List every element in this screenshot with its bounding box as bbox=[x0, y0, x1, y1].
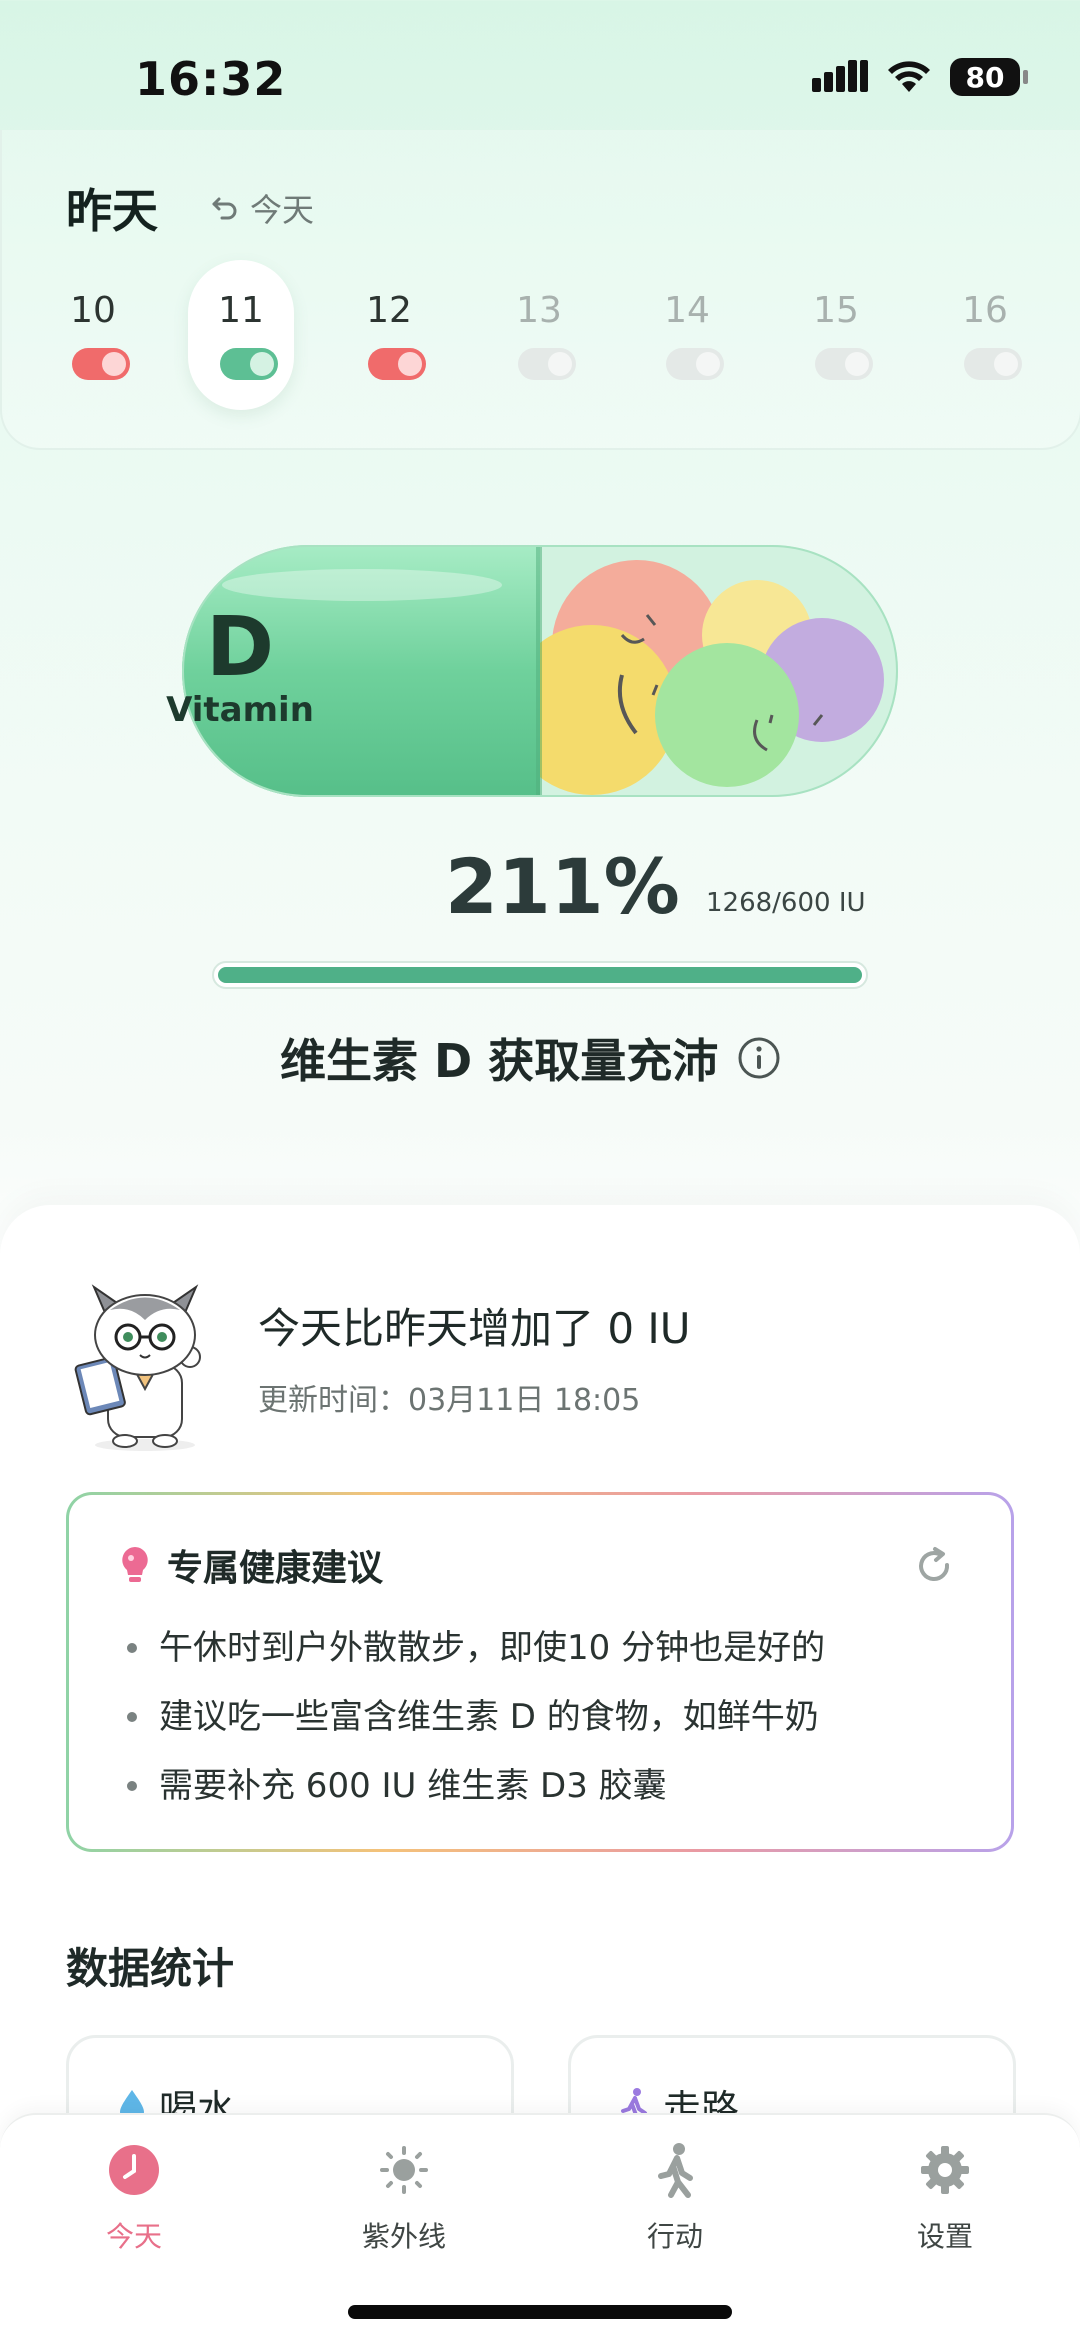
advice-item: 午休时到户外散散步，即使10 分钟也是好的 bbox=[127, 1625, 825, 1694]
intake-progress-fill bbox=[218, 967, 862, 983]
day-status-pill bbox=[815, 348, 873, 380]
intake-progress-bar bbox=[212, 961, 868, 989]
day-item[interactable]: 12 bbox=[336, 260, 442, 410]
health-advice-card: 专属健康建议 午休时到户外散散步，即使10 分钟也是好的 建议吃一些富含维生素 … bbox=[66, 1492, 1014, 1852]
day-item[interactable]: 14 bbox=[634, 260, 740, 410]
day-number: 14 bbox=[664, 290, 710, 331]
day-title: 昨天 bbox=[66, 184, 158, 238]
signal-icon bbox=[812, 60, 868, 92]
update-time: 更新时间：03月11日 18:05 bbox=[258, 1383, 641, 1418]
sun-icon bbox=[380, 2146, 428, 2194]
stats-title: 数据统计 bbox=[66, 1944, 235, 1993]
day-item[interactable]: 15 bbox=[783, 260, 889, 410]
advice-header: 专属健康建议 bbox=[119, 1539, 383, 1591]
tab-action-label: 行动 bbox=[646, 2220, 703, 2253]
advice-item-text: 需要补充 600 IU 维生素 D3 胶囊 bbox=[159, 1766, 667, 1806]
day-strip: 10 11 12 13 14 15 16 bbox=[40, 260, 1040, 420]
intake-status: 维生素 D 获取量充沛 bbox=[280, 1025, 782, 1091]
day-number: 10 bbox=[70, 290, 116, 331]
day-item[interactable]: 16 bbox=[932, 260, 1038, 410]
day-status-pill bbox=[220, 348, 278, 380]
day-status-pill bbox=[518, 348, 576, 380]
battery-indicator: 80 bbox=[950, 58, 1028, 96]
day-number: 12 bbox=[366, 290, 412, 331]
intake-percent: 211% bbox=[445, 842, 680, 931]
lightbulb-icon bbox=[122, 1547, 148, 1582]
refresh-icon[interactable] bbox=[913, 1545, 957, 1589]
day-number: 11 bbox=[218, 290, 264, 331]
advice-item: 需要补充 600 IU 维生素 D3 胶囊 bbox=[127, 1763, 825, 1832]
tab-uv[interactable]: 紫外线 bbox=[304, 2139, 504, 2255]
day-status-pill bbox=[368, 348, 426, 380]
day-status-pill bbox=[964, 348, 1022, 380]
day-item[interactable]: 13 bbox=[486, 260, 592, 410]
tab-settings-label: 设置 bbox=[916, 2220, 973, 2253]
clock-icon bbox=[109, 2145, 159, 2195]
capsule-word: Vitamin bbox=[166, 690, 314, 730]
advice-title: 专属健康建议 bbox=[167, 1548, 384, 1589]
wifi-icon bbox=[888, 61, 930, 92]
tab-uv-label: 紫外线 bbox=[361, 2220, 446, 2253]
advice-item-text: 建议吃一些富含维生素 D 的食物，如鲜牛奶 bbox=[159, 1697, 819, 1737]
day-number: 15 bbox=[813, 290, 859, 331]
intake-iu: 1268/600 IU bbox=[706, 888, 866, 918]
back-to-today-label: 今天 bbox=[250, 191, 315, 229]
day-number: 16 bbox=[962, 290, 1008, 331]
tab-today[interactable]: 今天 bbox=[34, 2139, 234, 2255]
day-item[interactable]: 10 bbox=[40, 260, 146, 410]
undo-icon bbox=[212, 197, 237, 220]
back-to-today-button[interactable]: 今天 bbox=[210, 185, 314, 231]
day-item-selected[interactable]: 11 bbox=[188, 260, 294, 410]
tab-today-label: 今天 bbox=[105, 2220, 162, 2253]
intake-status-text: 维生素 D 获取量充沛 bbox=[280, 1034, 719, 1088]
advice-item-text: 午休时到户外散散步，即使10 分钟也是好的 bbox=[159, 1628, 826, 1668]
home-indicator bbox=[348, 2305, 732, 2319]
day-number: 13 bbox=[516, 290, 562, 331]
capsule-letter: D bbox=[205, 600, 275, 695]
tab-action[interactable]: 行动 bbox=[575, 2139, 775, 2255]
advice-list: 午休时到户外散散步，即使10 分钟也是好的 建议吃一些富含维生素 D 的食物，如… bbox=[127, 1625, 825, 1832]
status-icons: 80 bbox=[812, 58, 1028, 96]
increase-summary: 今天比昨天增加了 0 IU bbox=[258, 1304, 691, 1353]
advice-item: 建议吃一些富含维生素 D 的食物，如鲜牛奶 bbox=[127, 1694, 825, 1763]
cat-doctor-mascot bbox=[74, 1284, 201, 1451]
gear-icon bbox=[921, 2146, 969, 2194]
info-icon[interactable] bbox=[736, 1035, 782, 1081]
tab-settings[interactable]: 设置 bbox=[845, 2139, 1045, 2255]
walk-icon bbox=[658, 2143, 693, 2198]
day-status-pill bbox=[666, 348, 724, 380]
status-time: 16:32 bbox=[135, 52, 287, 106]
day-status-pill bbox=[72, 348, 130, 380]
